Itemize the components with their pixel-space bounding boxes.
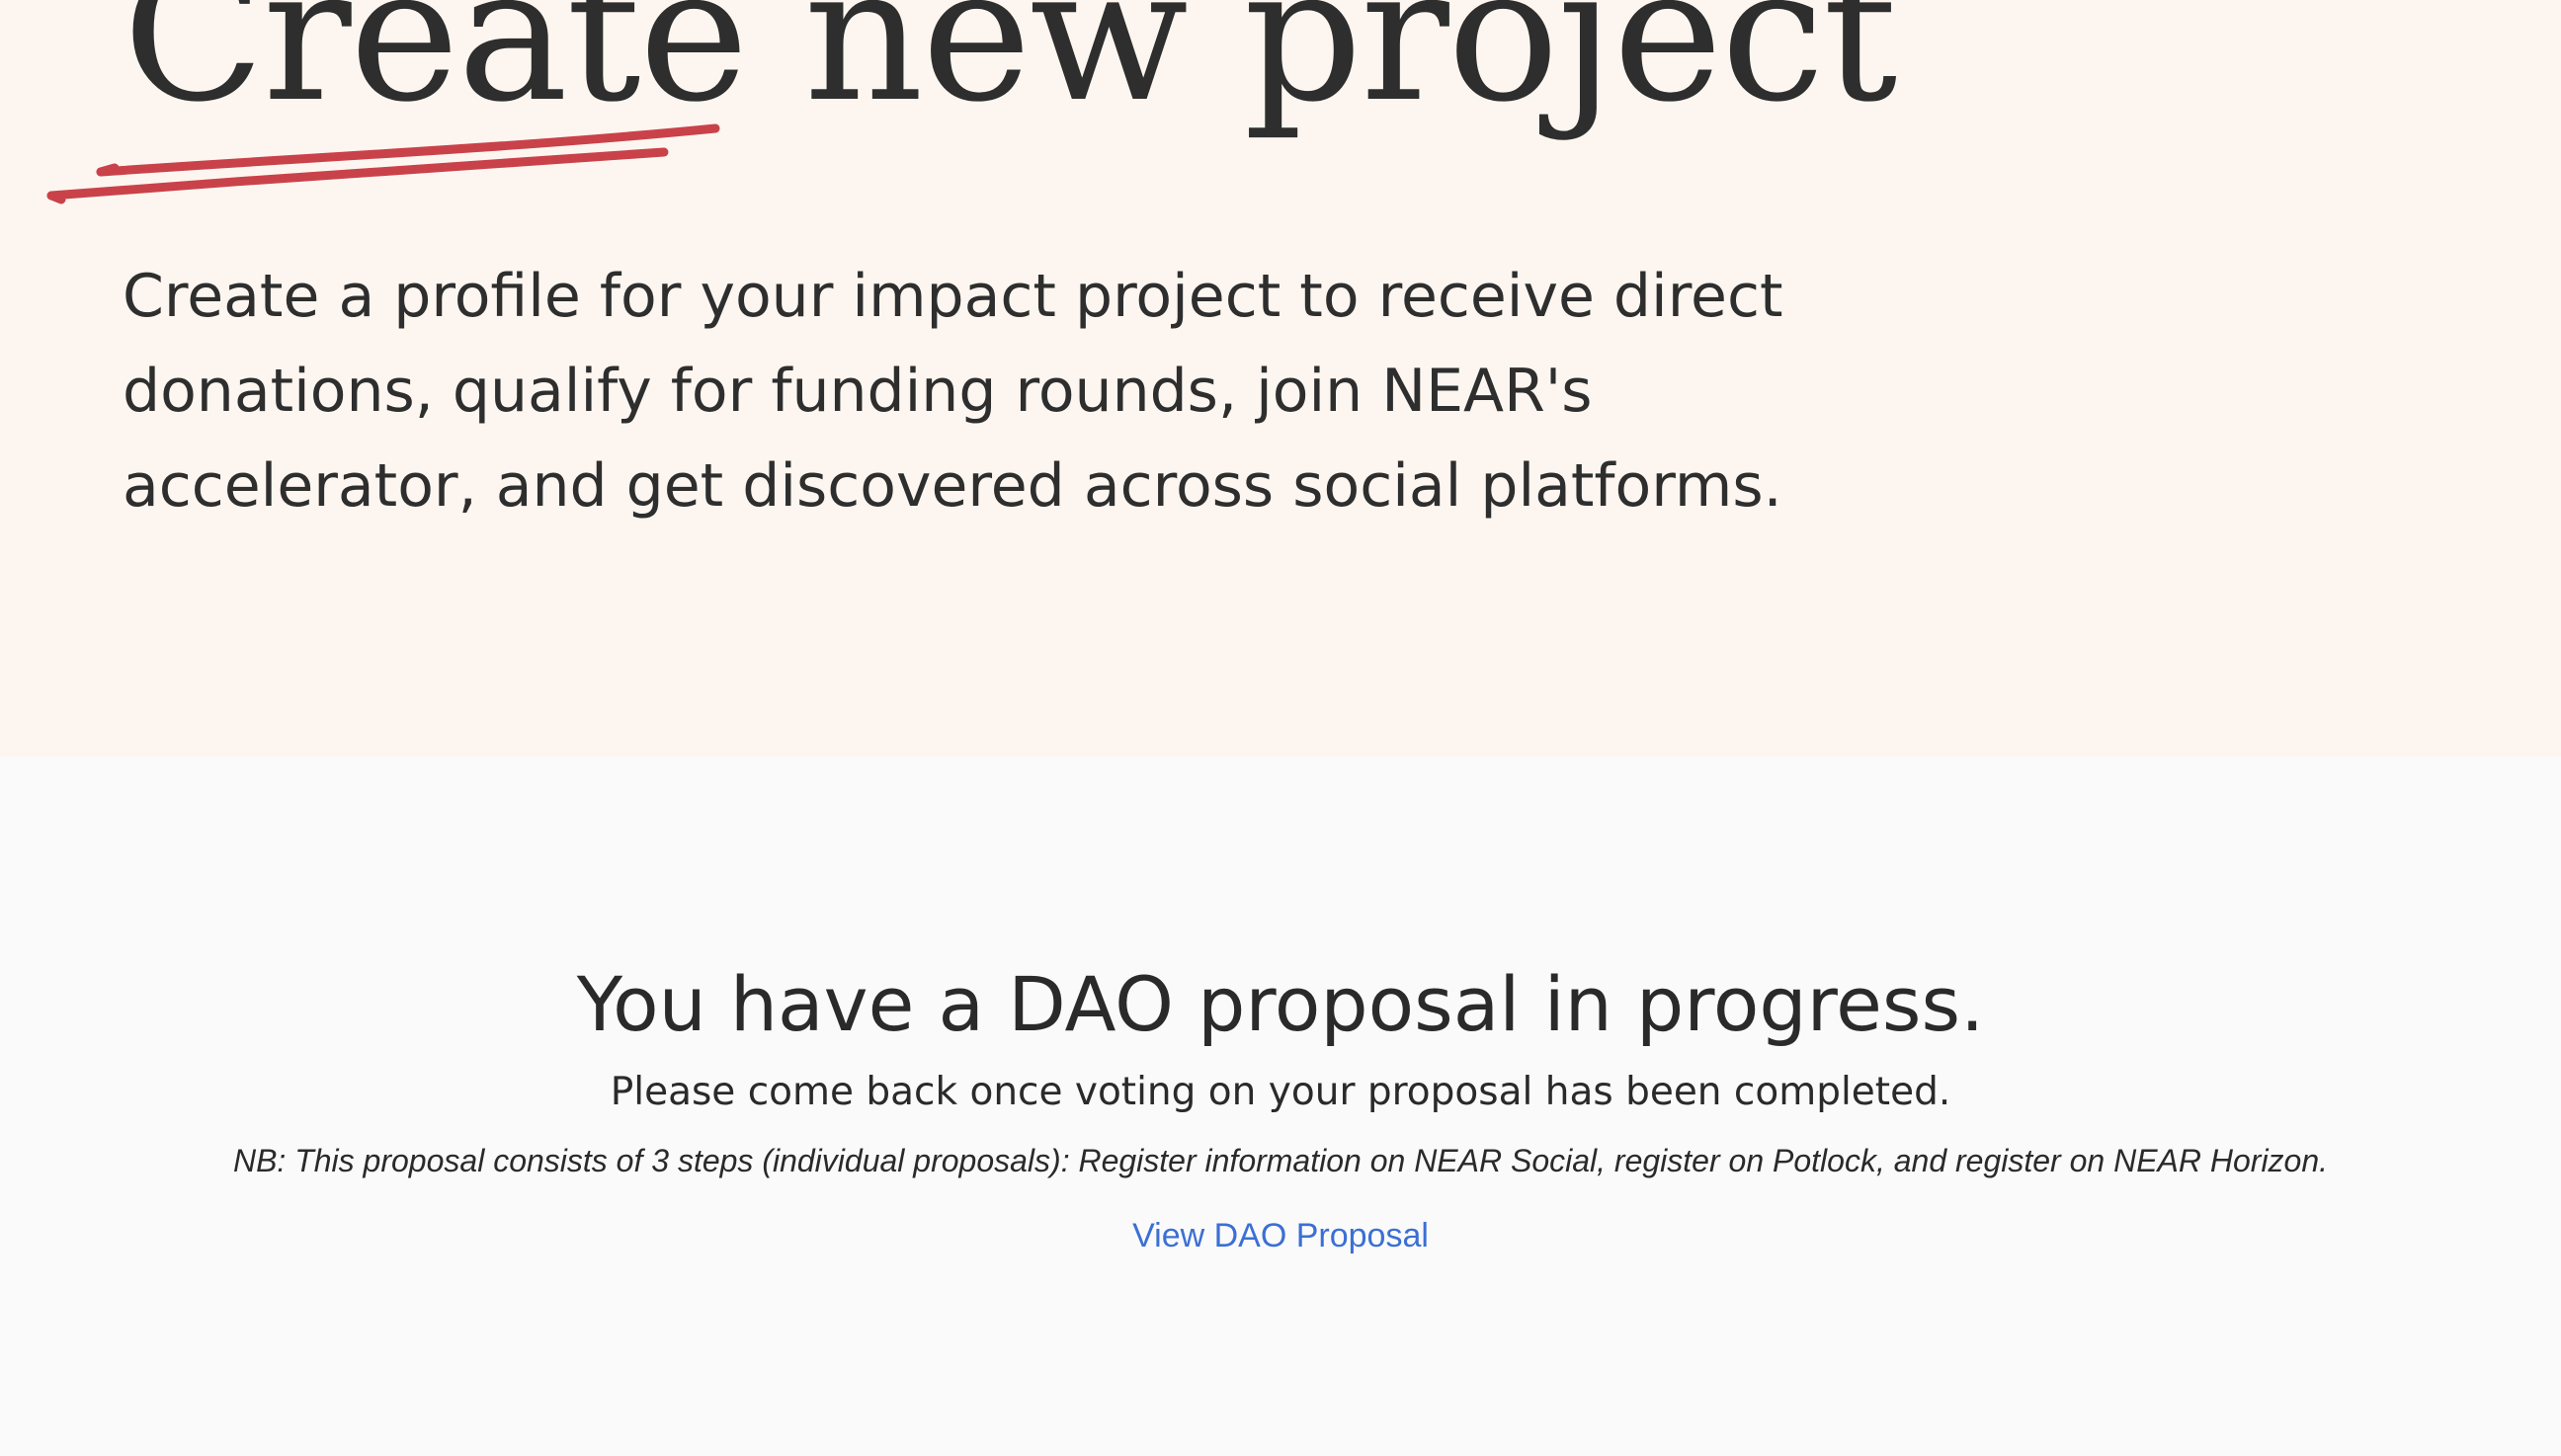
proposal-link-container: View DAO Proposal <box>0 1216 2561 1256</box>
proposal-status-heading: You have a DAO proposal in progress. <box>576 960 1985 1048</box>
hero-section: Create new project Create a profile for … <box>0 0 2561 757</box>
proposal-steps-note: NB: This proposal consists of 3 steps (i… <box>232 1143 2329 1178</box>
page-description: Create a profile for your impact project… <box>123 262 1783 521</box>
proposal-status-message: Please come back once voting on your pro… <box>610 1070 1951 1114</box>
view-dao-proposal-link[interactable]: View DAO Proposal <box>1132 1217 1429 1254</box>
title-underline-decoration <box>46 123 720 204</box>
dao-proposal-status-section: You have a DAO proposal in progress. Ple… <box>0 757 2561 1456</box>
